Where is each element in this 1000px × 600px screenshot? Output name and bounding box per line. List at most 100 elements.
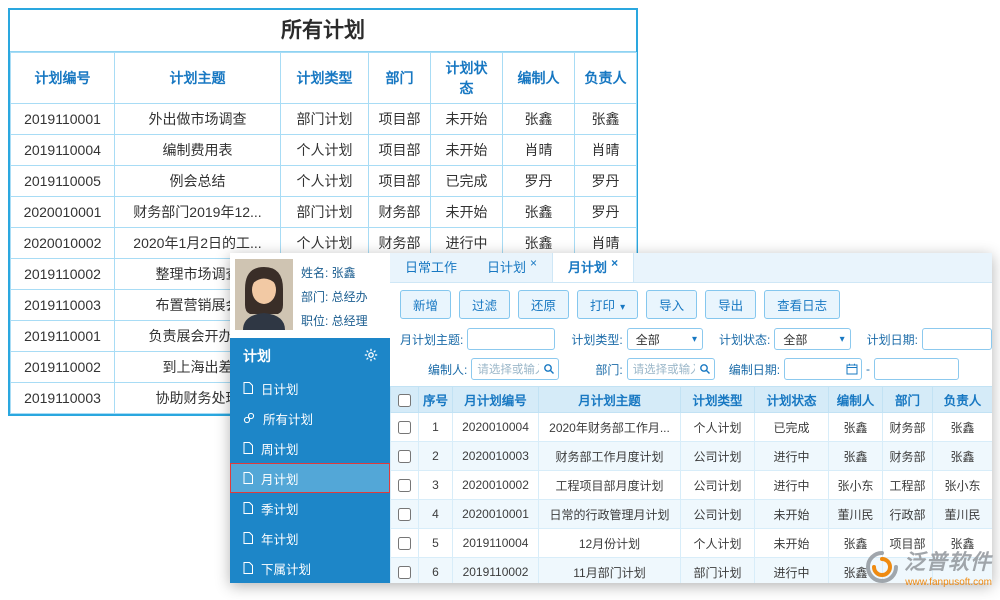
- plan-subject-link[interactable]: 12月份计划: [539, 529, 681, 558]
- sidebar-item-yearly-plan[interactable]: 年计划: [230, 523, 390, 553]
- filter-button[interactable]: 过滤: [459, 290, 510, 319]
- column-header-owner[interactable]: 负责人: [933, 387, 993, 413]
- tab-daily-work[interactable]: 日常工作: [390, 253, 472, 282]
- add-button[interactable]: 新增: [400, 290, 451, 319]
- compile-date-end-input[interactable]: [874, 358, 959, 380]
- table-row[interactable]: 3 2020010002 工程项目部月度计划 公司计划 进行中 张小东 工程部 …: [391, 471, 993, 500]
- table-row[interactable]: 2019110005 例会总结 个人计划 项目部 已完成 罗丹 罗丹: [11, 166, 637, 197]
- sidebar-item-subordinate-plans[interactable]: 下属计划: [230, 553, 390, 583]
- tab-monthly-plan[interactable]: 月计划×: [552, 253, 634, 282]
- column-header-plan-status[interactable]: 计划状态: [755, 387, 829, 413]
- status-select[interactable]: 全部 ▾: [774, 328, 850, 350]
- checkbox-cell: [391, 529, 419, 558]
- watermark: 泛普软件 www.fanpusoft.com: [865, 546, 992, 588]
- sidebar-item-monthly-plan[interactable]: 月计划: [230, 463, 390, 493]
- plan-status-cell: 进行中: [755, 558, 829, 584]
- plan-type-cell: 个人计划: [681, 413, 755, 442]
- plan-subject-link[interactable]: 11月部门计划: [539, 558, 681, 584]
- select-all-checkbox[interactable]: [398, 394, 411, 407]
- plan-code-link[interactable]: 2019110002: [453, 558, 539, 584]
- plan-code-link[interactable]: 2020010004: [453, 413, 539, 442]
- compiler-link[interactable]: 董川民: [829, 500, 883, 529]
- export-button[interactable]: 导出: [705, 290, 756, 319]
- compiler-link[interactable]: 张鑫: [829, 442, 883, 471]
- table-row[interactable]: 2019110001 外出做市场调查 部门计划 项目部 未开始 张鑫 张鑫: [11, 104, 637, 135]
- plan-status-cell: 未开始: [755, 500, 829, 529]
- owner-link[interactable]: 张鑫: [933, 442, 993, 471]
- row-checkbox[interactable]: [398, 508, 411, 521]
- print-button[interactable]: 打印▾: [577, 290, 638, 319]
- plan-subject-link[interactable]: 工程项目部月度计划: [539, 471, 681, 500]
- gear-icon[interactable]: [364, 348, 378, 365]
- column-header-index[interactable]: 序号: [419, 387, 453, 413]
- table-row[interactable]: 4 2020010001 日常的行政管理月计划 公司计划 未开始 董川民 行政部…: [391, 500, 993, 529]
- chevron-down-icon: ▾: [840, 334, 845, 345]
- row-checkbox[interactable]: [398, 450, 411, 463]
- plan-code-link[interactable]: 2020010002: [453, 471, 539, 500]
- checkbox-cell: [391, 558, 419, 584]
- column-header-plan-type[interactable]: 计划类型: [681, 387, 755, 413]
- plan-subject-link[interactable]: 财务部工作月度计划: [539, 442, 681, 471]
- index-cell: 2: [419, 442, 453, 471]
- row-checkbox[interactable]: [398, 421, 411, 434]
- restore-button[interactable]: 还原: [518, 290, 569, 319]
- plan-status-cell: 未开始: [431, 104, 503, 135]
- sidebar-item-label: 日计划: [261, 379, 299, 398]
- plan-subject-link[interactable]: 日常的行政管理月计划: [539, 500, 681, 529]
- owner-link[interactable]: 张小东: [933, 471, 993, 500]
- table-row[interactable]: 1 2020010004 2020年财务部工作月... 个人计划 已完成 张鑫 …: [391, 413, 993, 442]
- department-cell: 财务部: [883, 442, 933, 471]
- column-header-compiler[interactable]: 编制人: [829, 387, 883, 413]
- plan-type-cell: 公司计划: [681, 471, 755, 500]
- plan-type-cell: 个人计划: [681, 529, 755, 558]
- close-icon[interactable]: ×: [611, 256, 618, 270]
- row-checkbox[interactable]: [398, 537, 411, 550]
- link-icon: [243, 412, 255, 424]
- sidebar-item-weekly-plan[interactable]: 周计划: [230, 433, 390, 463]
- sidebar-item-quarterly-plan[interactable]: 季计划: [230, 493, 390, 523]
- sidebar-section-plan[interactable]: 计划: [230, 338, 390, 373]
- plan-subject-link[interactable]: 2020年财务部工作月...: [539, 413, 681, 442]
- plan-code-link[interactable]: 2019110004: [453, 529, 539, 558]
- row-checkbox[interactable]: [398, 566, 411, 579]
- plan-code-link[interactable]: 2020010001: [453, 500, 539, 529]
- column-header-plan-subject: 计划主题: [115, 53, 281, 104]
- profile-name: 姓名: 张鑫: [301, 264, 368, 281]
- department-cell: 工程部: [883, 471, 933, 500]
- owner-link[interactable]: 董川民: [933, 500, 993, 529]
- search-icon[interactable]: [543, 363, 555, 375]
- row-checkbox[interactable]: [398, 479, 411, 492]
- table-row[interactable]: 2 2020010003 财务部工作月度计划 公司计划 进行中 张鑫 财务部 张…: [391, 442, 993, 471]
- table-header-row: 计划编号 计划主题 计划类型 部门 计划状态 编制人 负责人: [11, 53, 637, 104]
- plan-code-link[interactable]: 2020010003: [453, 442, 539, 471]
- close-icon[interactable]: ×: [530, 256, 537, 270]
- column-header-plan-code[interactable]: 月计划编号: [453, 387, 539, 413]
- index-cell: 4: [419, 500, 453, 529]
- document-icon: [243, 472, 253, 484]
- plan-code-cell: 2019110003: [11, 383, 115, 414]
- plan-date-input[interactable]: [922, 328, 992, 350]
- compiler-cell: 张鑫: [503, 104, 575, 135]
- table-row[interactable]: 2019110004 编制费用表 个人计划 项目部 未开始 肖晴 肖晴: [11, 135, 637, 166]
- subject-filter-input[interactable]: [467, 328, 555, 350]
- column-header-department[interactable]: 部门: [883, 387, 933, 413]
- calendar-icon[interactable]: [846, 363, 858, 375]
- view-log-button[interactable]: 查看日志: [764, 290, 840, 319]
- owner-cell: 张鑫: [575, 104, 637, 135]
- column-header-compiler: 编制人: [503, 53, 575, 104]
- plan-status-cell: 未开始: [431, 197, 503, 228]
- column-header-plan-subject[interactable]: 月计划主题: [539, 387, 681, 413]
- plan-code-cell: 2019110004: [11, 135, 115, 166]
- sidebar-item-daily-plan[interactable]: 日计划: [230, 373, 390, 403]
- owner-link[interactable]: 张鑫: [933, 413, 993, 442]
- type-select[interactable]: 全部 ▾: [627, 328, 703, 350]
- sidebar-item-all-plans[interactable]: 所有计划: [230, 403, 390, 433]
- compiler-link[interactable]: 张小东: [829, 471, 883, 500]
- search-icon[interactable]: [699, 363, 711, 375]
- compiler-link[interactable]: 张鑫: [829, 413, 883, 442]
- tab-daily-plan[interactable]: 日计划×: [472, 253, 552, 282]
- owner-cell: 肖晴: [575, 135, 637, 166]
- table-row[interactable]: 2020010001 财务部门2019年12... 部门计划 财务部 未开始 张…: [11, 197, 637, 228]
- table-header-row: 序号 月计划编号 月计划主题 计划类型 计划状态 编制人 部门 负责人: [391, 387, 993, 413]
- import-button[interactable]: 导入: [646, 290, 697, 319]
